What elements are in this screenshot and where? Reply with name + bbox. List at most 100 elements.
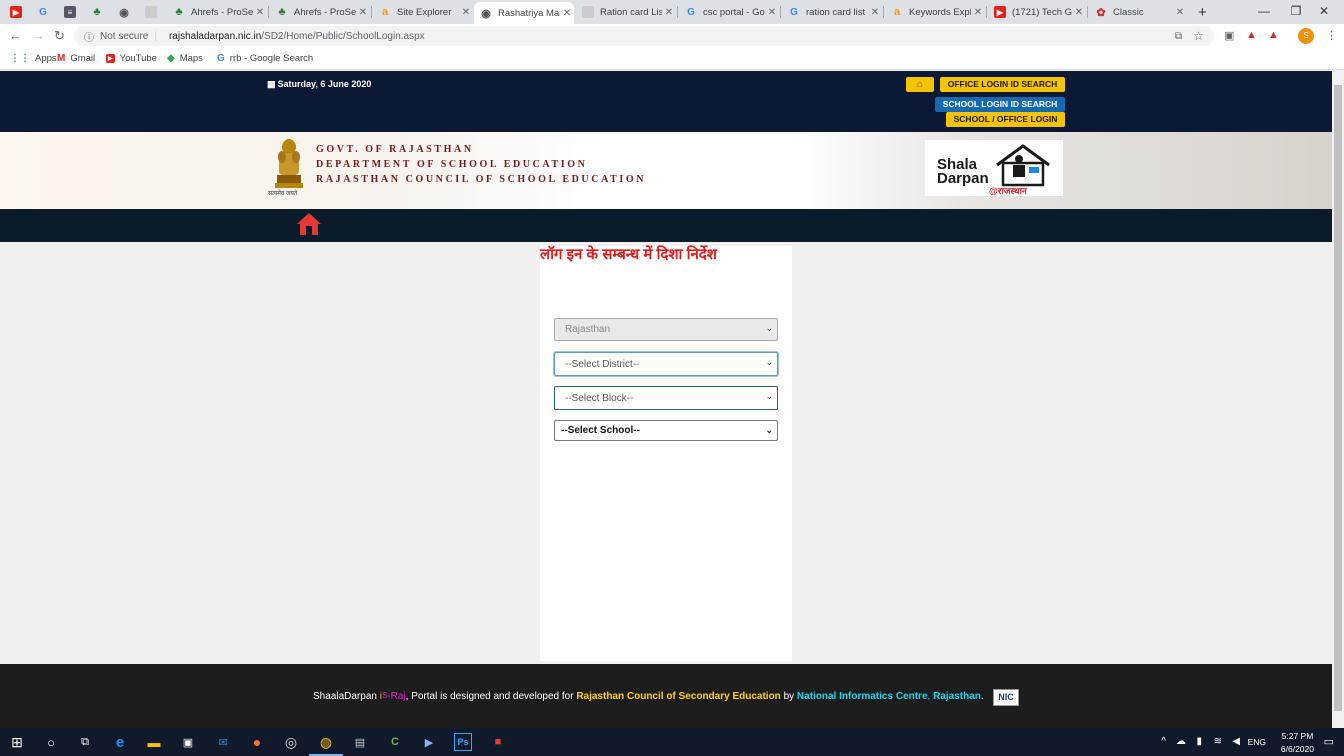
notifications-icon[interactable]: ▭ [1324,735,1334,748]
extension-bell-icon[interactable]: ▲ [1268,29,1279,41]
office-login-id-search-button[interactable]: OFFICE LOGIN ID SEARCH [940,77,1065,92]
chevron-down-icon: ⌄ [765,391,773,401]
close-icon[interactable]: ✕ [1173,7,1187,18]
mail-icon[interactable]: ✉ [214,733,232,751]
tab-youtube[interactable]: ▶ [4,2,30,22]
microphone-icon[interactable]: ▮ [1196,736,1202,747]
globe-icon: ◉ [119,6,129,19]
close-icon[interactable]: ✕ [868,7,882,18]
back-icon[interactable]: ← [9,28,22,43]
video-editor-icon[interactable]: ▶ [420,733,438,751]
search-icon[interactable]: ○ [42,733,60,751]
nic-link[interactable]: National Informatics Centre [797,691,928,702]
task-view-icon[interactable]: ⧉ [76,733,94,751]
close-icon[interactable]: ✕ [765,7,779,18]
ahrefs-icon: ♣ [278,6,286,18]
info-icon[interactable]: ⓘ [84,29,94,44]
footer-credits: ShaalaDarpan iS-Raj, Portal is designed … [313,691,984,702]
google-icon: G [687,6,695,18]
page-scrollbar[interactable] [1332,71,1344,728]
block-select[interactable]: --Select Block-- ⌄ [554,386,778,410]
login-panel: लॉग इन के सम्बन्ध में दिशा निर्देश Rajas… [540,246,792,661]
file-explorer-icon[interactable]: ▬ [145,733,163,751]
window-close-icon[interactable]: ✕ [1304,0,1344,24]
tab-globe[interactable]: ◉ [112,2,138,22]
firefox-icon[interactable]: ● [248,733,266,751]
bookmark-rrb-search[interactable]: Grrb - Google Search [217,53,313,64]
recorder-icon[interactable]: ■ [489,733,507,751]
state-select[interactable]: Rajasthan ⌄ [554,318,778,341]
wifi-icon[interactable]: ≋ [1214,736,1222,747]
close-icon[interactable]: ✕ [1072,7,1086,18]
tab-ahrefs-2[interactable]: ♣ Ahrefs - ProSe ✕ [270,2,370,22]
tab-page[interactable]: ≡ [58,2,84,22]
nic-logo[interactable]: NIC [993,689,1019,706]
profile-avatar[interactable]: S [1298,28,1314,44]
store-icon[interactable]: ▣ [179,733,197,751]
tab-keywords-explorer[interactable]: a Keywords Explo ✕ [885,2,985,22]
extension-red-icon[interactable]: ▲ [1246,29,1257,41]
google-icon: G [217,53,225,64]
edge-icon[interactable]: e [111,733,129,751]
new-tab-button[interactable]: + [1192,2,1214,22]
tray-chevron-icon[interactable]: ^ [1161,736,1166,747]
windows-start-icon[interactable]: ⊞ [8,733,26,751]
apps-grid-icon: ⋮⋮ [10,53,30,64]
page-footer: ShaalaDarpan iS-Raj, Portal is designed … [0,664,1332,728]
gov-line-3: RAJASTHAN COUNCIL OF SCHOOL EDUCATION [316,174,647,185]
bookmark-apps[interactable]: ⋮⋮ Apps [10,53,57,64]
school-select[interactable]: --Select School-- ⌄ [554,420,778,441]
tab-csc-portal[interactable]: Gcsc portal - Go ✕ [679,2,779,22]
google-icon: G [39,6,47,18]
tab-google[interactable]: G [31,2,57,22]
tab-site-explorer[interactable]: a Site Explorer ✕ [373,2,473,22]
tab-classic[interactable]: ✿ Classic ✕ [1089,2,1187,22]
bookmark-youtube[interactable]: ▶ YouTube [106,53,157,64]
ahrefs-icon: ♣ [93,6,101,18]
youtube-icon: ▶ [106,54,115,63]
close-icon[interactable]: ✕ [662,7,676,18]
tab-ahrefs-1[interactable]: ♣ Ahrefs - ProSe ✕ [167,2,267,22]
tab-ahrefs[interactable]: ♣ [85,2,111,22]
home-small-icon[interactable]: ⌂ [906,77,934,92]
tab-ration-card-list[interactable]: Ration card List ✕ [576,2,676,22]
tab-rashatriya-active[interactable]: ◉ Rashatriya Mai ✕ [474,2,574,24]
gmail-icon: M [57,53,66,64]
menu-icon[interactable]: ⋮ [1326,29,1337,42]
volume-icon[interactable]: ◀ [1232,736,1240,747]
bookmark-star-icon[interactable]: ☆ [1193,29,1204,43]
clock[interactable]: 5:27 PM 6/6/2020 [1281,731,1314,754]
language-indicator[interactable]: ENG [1248,737,1266,747]
tab-ration[interactable] [139,2,165,22]
school-login-id-search-button[interactable]: SCHOOL LOGIN ID SEARCH [935,97,1065,112]
translate-icon[interactable]: ⧉ [1175,31,1182,42]
forward-icon[interactable]: → [32,28,45,43]
rcse-link[interactable]: Rajasthan Council of Secondary Education [576,691,780,702]
shala-darpan-logo[interactable]: Shala Darpan @राजस्थान [925,140,1063,196]
close-icon[interactable]: ✕ [971,7,985,18]
browser-tab-strip: ▶ G ≡ ♣ ◉ ♣ Ahrefs - ProSe ✕ ♣ Ahrefs - Pro… [0,0,1344,24]
login-guidelines-link[interactable]: लॉग इन के सम्बन्ध में दिशा निर्देश [540,244,792,264]
chrome-icon[interactable]: ◍ [309,733,343,756]
address-bar[interactable]: ⓘ Not secure | rajshaladarpan.nic.in/SD2… [74,26,1214,46]
camtasia-icon[interactable]: C [386,733,404,751]
school-office-login-button[interactable]: SCHOOL / OFFICE LOGIN [946,112,1065,127]
scrollbar-thumb[interactable] [1334,85,1342,711]
photoshop-icon[interactable]: Ps [454,733,472,751]
close-icon[interactable]: ✕ [356,7,370,18]
obs-icon[interactable]: ◎ [282,733,300,751]
close-icon[interactable]: ✕ [560,8,574,19]
close-icon[interactable]: ✕ [253,7,267,18]
amazon-icon: a [893,6,901,18]
desktop-app-icon[interactable]: ▤ [351,733,369,751]
tab-tech-guru[interactable]: ▶ (1721) Tech Gu ✕ [988,2,1086,22]
tab-ration-card-search[interactable]: Gration card list ✕ [782,2,882,22]
home-icon[interactable] [296,211,322,237]
onedrive-icon[interactable]: ☁ [1176,736,1186,747]
district-select[interactable]: --Select District-- ⌄ [554,352,778,376]
reload-icon[interactable]: ↻ [54,28,65,44]
close-icon[interactable]: ✕ [459,7,473,18]
bookmark-maps[interactable]: ◆ Maps [167,53,203,64]
bookmark-gmail[interactable]: M Gmail [57,53,95,64]
extension-icon[interactable]: ▣ [1224,29,1234,42]
